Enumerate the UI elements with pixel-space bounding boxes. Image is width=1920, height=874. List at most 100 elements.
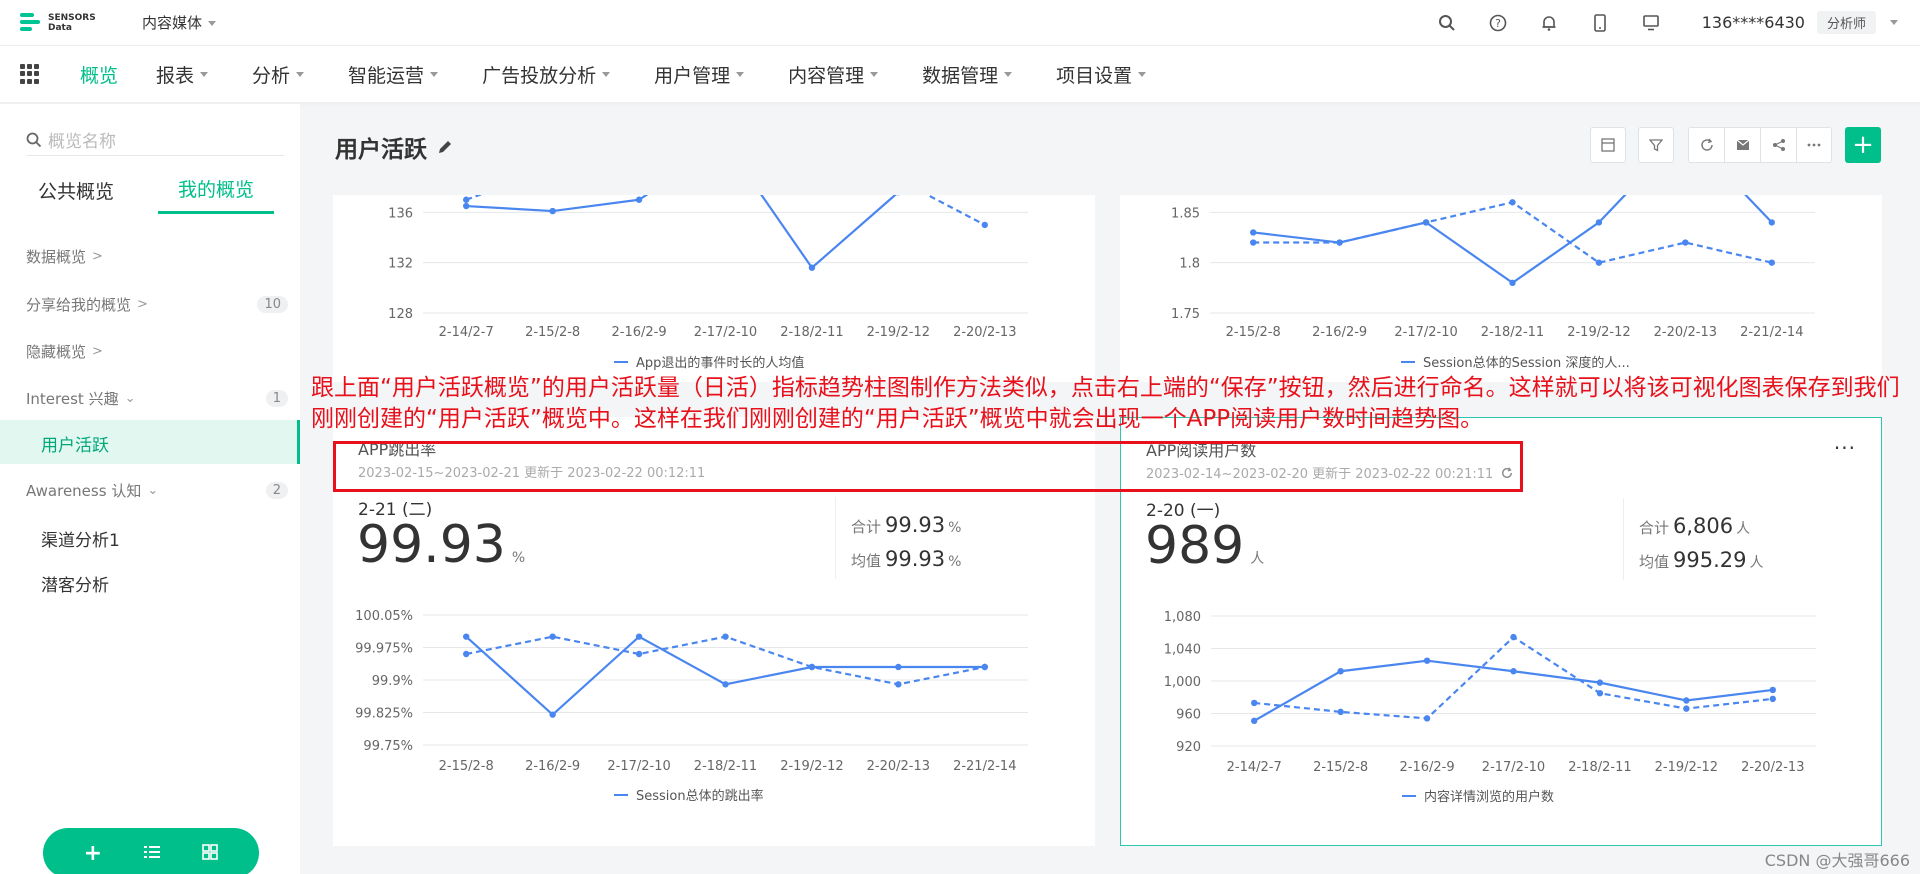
monitor-icon[interactable] — [1641, 13, 1661, 33]
nav-ad-analysis[interactable]: 广告投放分析 — [482, 61, 611, 88]
svg-text:?: ? — [1495, 17, 1501, 30]
add-chart-button[interactable]: + — [1845, 127, 1881, 163]
add-overview-button[interactable]: + — [84, 841, 102, 866]
toolbar-left — [1590, 127, 1626, 163]
y-tick-label: 136 — [388, 206, 413, 221]
group-interest[interactable]: Interest 兴趣 ⌄ 1 — [26, 388, 288, 409]
nav-analysis[interactable]: 分析 — [252, 61, 305, 88]
x-tick-label: 2-16/2-9 — [1312, 325, 1367, 340]
data-point — [895, 681, 902, 688]
sort-list-icon[interactable] — [143, 841, 161, 866]
x-tick-label: 2-15/2-8 — [525, 325, 580, 340]
count-badge: 1 — [265, 390, 288, 407]
compare-series-line — [465, 635, 986, 686]
refresh-icon — [1700, 138, 1713, 151]
x-tick-label: 2-19/2-12 — [1567, 325, 1630, 340]
sidebar-item-channel-analysis[interactable]: 渠道分析1 — [41, 526, 120, 551]
page-title: 用户活跃 — [335, 130, 453, 164]
x-tick-label: 2-19/2-12 — [780, 759, 843, 774]
search-placeholder: 概览名称 — [48, 132, 116, 152]
x-tick-label: 2-15/2-8 — [439, 759, 494, 774]
data-point — [1682, 239, 1689, 246]
y-tick-label: 132 — [388, 257, 413, 272]
nav-reports[interactable]: 报表 — [156, 61, 209, 88]
data-point — [722, 681, 729, 688]
legend-label: Session总体的Session 深度的人... — [1423, 355, 1630, 371]
data-point — [1423, 715, 1431, 722]
card-main-value: 99.93% — [357, 515, 526, 575]
data-point — [549, 207, 556, 215]
chevron-down-icon: ⌄ — [147, 483, 159, 498]
data-point — [1337, 708, 1344, 716]
chevron-down-icon — [602, 71, 611, 77]
sidebar-item-prospect-analysis[interactable]: 潜客分析 — [41, 571, 109, 596]
chevron-down-icon — [430, 71, 439, 77]
y-tick-label: 100.05% — [355, 609, 413, 624]
group-awareness[interactable]: Awareness 认知 ⌄ 2 — [26, 480, 288, 501]
top-header: SENSORS Data 内容媒体 ? 136****6430 分析师 — [0, 0, 1920, 45]
tutorial-annotation: 跟上面“用户活跃概览”的用户活跃量（日活）指标趋势柱图制作方法类似，点击右上端的… — [311, 375, 1900, 432]
card-more-icon[interactable]: ··· — [1834, 436, 1856, 460]
bell-icon[interactable] — [1539, 13, 1559, 33]
data-point — [463, 650, 470, 658]
overview-search-input[interactable]: 概览名称 — [26, 124, 284, 156]
app-grid-icon[interactable] — [20, 64, 40, 84]
chevron-down-icon — [200, 71, 209, 77]
chevron-down-icon: ⌄ — [124, 391, 136, 406]
data-point — [1596, 689, 1604, 697]
nav-data-management[interactable]: 数据管理 — [922, 61, 1013, 88]
legend-label: Session总体的跳出率 — [636, 788, 764, 804]
x-tick-label: 2-16/2-9 — [1400, 760, 1455, 775]
data-point — [1250, 239, 1257, 246]
search-icon[interactable] — [1437, 13, 1457, 33]
data-point — [981, 663, 988, 671]
app-readers-chart: 920 960 1,000 1,040 1,080 2-14/2-7 2-15/2-8 2-1… — [1164, 610, 1816, 805]
data-point — [1337, 668, 1344, 675]
filter-icon — [1649, 139, 1663, 152]
sensors-data-logo[interactable]: SENSORS Data — [20, 11, 120, 35]
x-tick-label: 2-17/2-10 — [607, 759, 670, 774]
grid-view-icon[interactable] — [202, 841, 219, 866]
sidebar-item-user-active[interactable]: 用户活跃 — [0, 420, 300, 464]
help-icon[interactable]: ? — [1488, 13, 1508, 33]
chevron-down-icon[interactable] — [1890, 20, 1898, 25]
filter-button[interactable] — [1638, 127, 1674, 163]
nav-content-management[interactable]: 内容管理 — [788, 61, 879, 88]
y-tick-label: 99.75% — [363, 739, 413, 754]
chart-card-exit-duration: 128 132 136 2-14/2-7 2-15/2-8 2-16/2-9 2-17/2-… — [333, 195, 1095, 382]
project-selector[interactable]: 内容媒体 — [142, 12, 217, 33]
y-tick-label: 1.8 — [1179, 257, 1200, 272]
x-tick-label: 2-16/2-9 — [612, 325, 667, 340]
tab-public-overview[interactable]: 公共概览 — [26, 166, 126, 214]
nav-project-settings[interactable]: 项目设置 — [1056, 61, 1147, 88]
legend-label: App退出的事件时长的人均值 — [636, 355, 804, 371]
count-badge: 2 — [265, 482, 288, 499]
compare-series-line — [1253, 201, 1773, 264]
data-point — [1768, 259, 1775, 266]
y-tick-label: 128 — [388, 307, 413, 322]
user-account[interactable]: 136****6430 — [1702, 13, 1805, 32]
data-point — [1336, 239, 1343, 246]
edit-icon[interactable] — [437, 139, 453, 155]
refresh-button[interactable] — [1688, 127, 1724, 163]
chevron-right-icon: > — [137, 297, 148, 312]
group-hidden-overview[interactable]: 隐藏概览 > — [26, 341, 288, 362]
nav-smart-ops[interactable]: 智能运营 — [348, 61, 439, 88]
group-shared-overview[interactable]: 分享给我的概览 >10 — [26, 294, 288, 315]
nav-user-management[interactable]: 用户管理 — [654, 61, 745, 88]
sum-stat: 合计 99.93% — [851, 513, 962, 537]
data-point — [635, 650, 643, 658]
nav-overview[interactable]: 概览 — [80, 61, 118, 88]
layout-button[interactable] — [1590, 127, 1626, 163]
mobile-icon[interactable] — [1590, 13, 1610, 33]
tab-my-overview[interactable]: 我的概览 — [158, 166, 274, 214]
x-tick-label: 2-17/2-10 — [1482, 760, 1545, 775]
group-data-overview[interactable]: 数据概览 > — [26, 246, 288, 267]
share-button[interactable] — [1760, 127, 1796, 163]
x-tick-label: 2-20/2-13 — [867, 759, 930, 774]
more-button[interactable] — [1796, 127, 1832, 163]
sidebar-action-bar: + — [43, 828, 259, 874]
mail-button[interactable] — [1724, 127, 1760, 163]
x-tick-label: 2-20/2-13 — [1654, 325, 1717, 340]
chevron-down-icon — [736, 71, 745, 77]
